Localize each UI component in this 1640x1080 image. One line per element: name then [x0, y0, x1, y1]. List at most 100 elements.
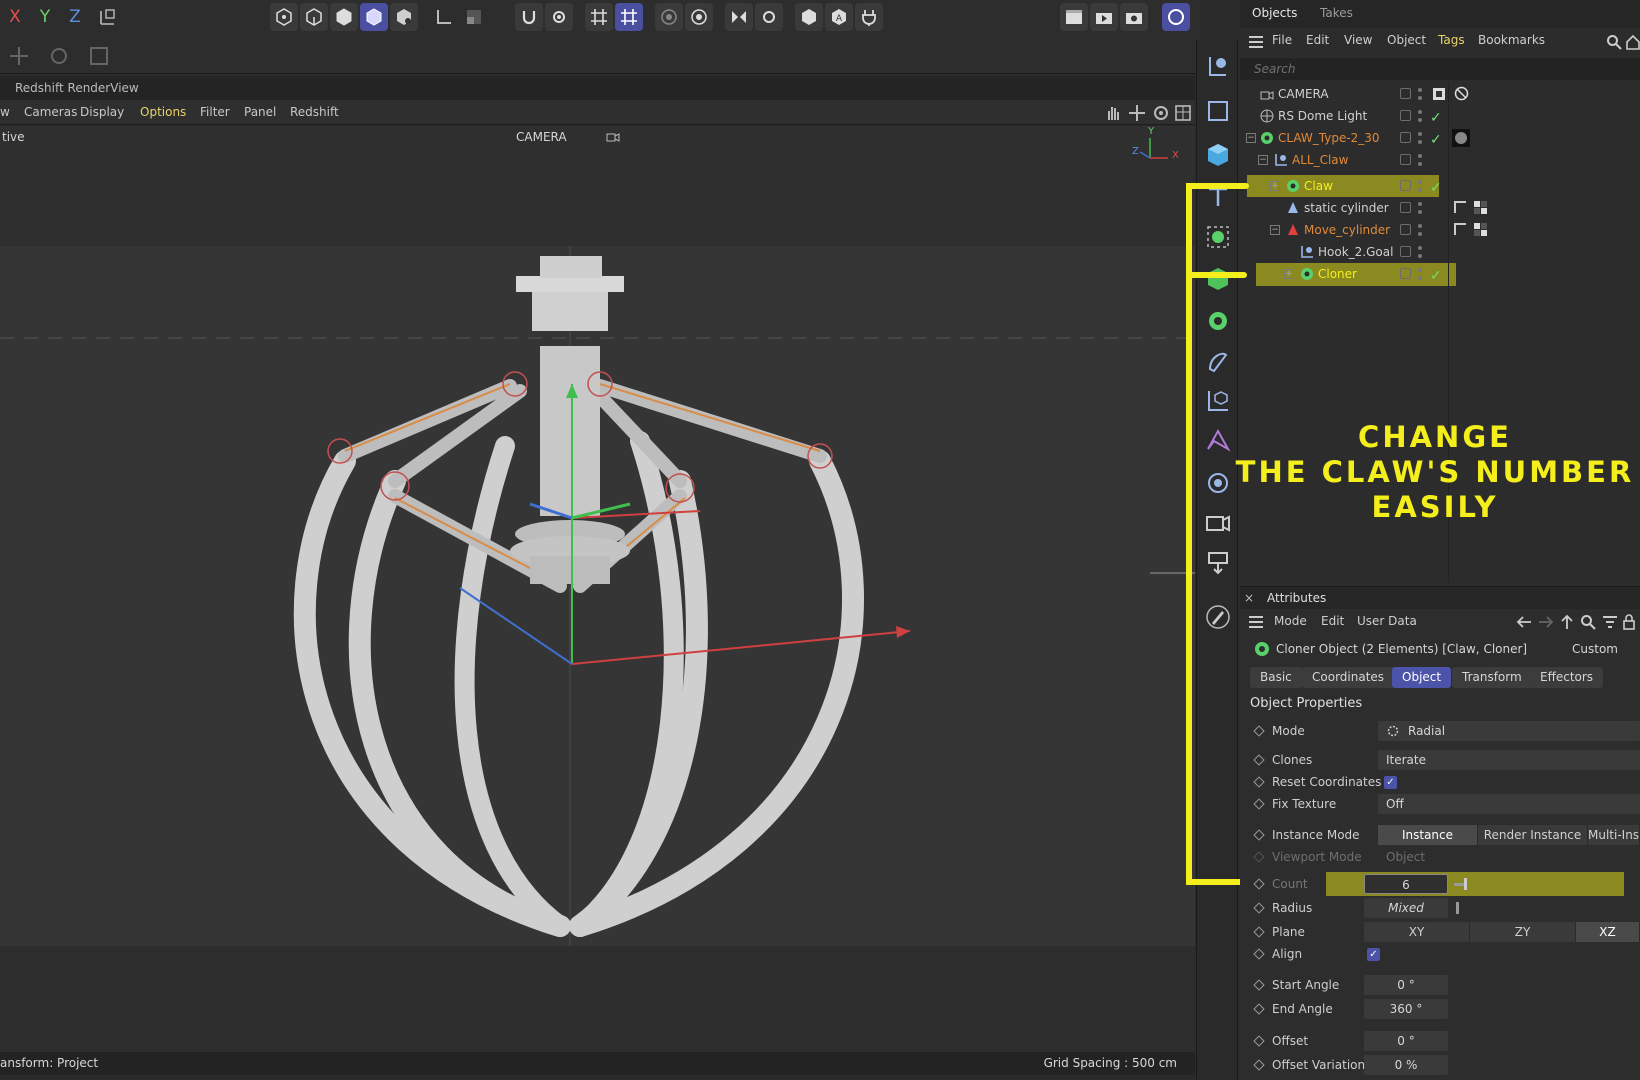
- keyframe-diamond-icon[interactable]: [1253, 926, 1265, 938]
- object-row-static-cylinder[interactable]: static cylinder: [1240, 197, 1640, 219]
- tab-takes[interactable]: Takes: [1320, 6, 1353, 20]
- coordinate-system-button[interactable]: [94, 3, 122, 31]
- clones-dropdown[interactable]: Iterate: [1378, 750, 1640, 770]
- object-row-claw-type[interactable]: − CLAW_Type-2_30 ✓: [1240, 127, 1640, 149]
- enabled-check-icon[interactable]: ✓: [1430, 107, 1442, 129]
- maximize-view-icon[interactable]: [1174, 104, 1192, 122]
- quantize-button[interactable]: [685, 3, 713, 31]
- collapse-toggle[interactable]: −: [1270, 225, 1280, 235]
- scale-tool-button[interactable]: [84, 42, 114, 70]
- soft-selection-button[interactable]: [655, 3, 683, 31]
- orbit-icon[interactable]: [1152, 104, 1170, 122]
- radius-input[interactable]: Mixed: [1364, 898, 1448, 918]
- keyframe-diamond-icon[interactable]: [1253, 798, 1265, 810]
- instance-mode-multi-instance[interactable]: Multi-Ins: [1588, 825, 1640, 845]
- keyframe-diamond-icon[interactable]: [1253, 1059, 1265, 1071]
- texture-tag-icon[interactable]: [1474, 201, 1487, 214]
- subdivision-button[interactable]: [1201, 220, 1235, 254]
- attributes-menu-user-data[interactable]: User Data: [1357, 614, 1417, 628]
- x-axis-lock-button[interactable]: X: [2, 3, 28, 31]
- light-object-button[interactable]: [1201, 546, 1235, 580]
- keyframe-diamond-icon[interactable]: [1253, 902, 1265, 914]
- phong-tag-icon[interactable]: [1454, 201, 1467, 214]
- start-angle-input[interactable]: 0 °: [1364, 975, 1448, 995]
- null-object-button[interactable]: [1201, 50, 1235, 84]
- protection-tag-icon[interactable]: [1432, 87, 1446, 101]
- fields-button[interactable]: [1201, 384, 1235, 418]
- offset-input[interactable]: 0 °: [1364, 1031, 1448, 1051]
- pan-hand-icon[interactable]: [1104, 104, 1122, 122]
- tab-basic[interactable]: Basic: [1250, 667, 1302, 688]
- material-sphere-icon[interactable]: [1452, 129, 1470, 147]
- tab-transform[interactable]: Transform: [1452, 667, 1532, 688]
- visibility-dots-icon[interactable]: [1417, 222, 1423, 238]
- plane-zy[interactable]: ZY: [1470, 922, 1576, 942]
- cube-primitive-button[interactable]: [1201, 138, 1235, 172]
- render-settings-button[interactable]: [1120, 3, 1148, 31]
- visibility-dots-icon[interactable]: [1417, 266, 1423, 282]
- tab-coordinates[interactable]: Coordinates: [1302, 667, 1395, 688]
- home-icon[interactable]: [1626, 34, 1640, 50]
- tab-objects[interactable]: Objects: [1252, 6, 1297, 20]
- render-to-picture-viewer-button[interactable]: [1090, 3, 1118, 31]
- lock-workplane-button[interactable]: [795, 3, 823, 31]
- keyframe-diamond-icon[interactable]: [1253, 725, 1265, 737]
- tab-effectors[interactable]: Effectors: [1530, 667, 1604, 688]
- keyframe-diamond-icon[interactable]: [1253, 979, 1265, 991]
- texture-mode-button[interactable]: [460, 3, 488, 31]
- naming-tool-button[interactable]: A: [825, 3, 853, 31]
- preset-dropdown[interactable]: Custom: [1572, 637, 1618, 661]
- render-region-button[interactable]: [1060, 3, 1088, 31]
- viewport-menu-redshift[interactable]: Redshift: [290, 105, 339, 119]
- axis-mode-button[interactable]: [430, 3, 458, 31]
- collapse-toggle[interactable]: −: [1258, 155, 1268, 165]
- enabled-check-icon[interactable]: ✓: [1430, 177, 1442, 199]
- visibility-dots-icon[interactable]: [1417, 178, 1423, 194]
- visibility-dots-icon[interactable]: [1417, 244, 1423, 260]
- objects-menu-tags[interactable]: Tags: [1438, 33, 1465, 47]
- objects-menu-view[interactable]: View: [1344, 33, 1372, 47]
- up-arrow-icon[interactable]: [1560, 614, 1574, 630]
- deformer-button[interactable]: [1201, 344, 1235, 378]
- search-icon[interactable]: [1580, 614, 1596, 630]
- points-mode-button[interactable]: [270, 3, 298, 31]
- environment-button[interactable]: [1201, 466, 1235, 500]
- expand-toggle[interactable]: +: [1284, 269, 1294, 279]
- mode-dropdown[interactable]: Radial: [1378, 721, 1640, 741]
- fix-texture-dropdown[interactable]: Off: [1378, 794, 1640, 814]
- forward-arrow-icon[interactable]: [1538, 615, 1554, 629]
- grid-snap-button[interactable]: [585, 3, 613, 31]
- radius-slider-handle[interactable]: [1456, 902, 1459, 914]
- object-row-rs-dome-light[interactable]: RS Dome Light ✓: [1240, 105, 1640, 127]
- keyframe-diamond-icon[interactable]: [1253, 948, 1265, 960]
- rotate-tool-button[interactable]: [44, 42, 74, 70]
- keyframe-diamond-icon[interactable]: [1253, 1003, 1265, 1015]
- polygons-mode-button[interactable]: [330, 3, 358, 31]
- visibility-dots-icon[interactable]: [1417, 130, 1423, 146]
- object-row-move-cylinder[interactable]: − Move_cylinder: [1240, 219, 1640, 241]
- y-axis-lock-button[interactable]: Y: [32, 3, 58, 31]
- texture-tag-icon[interactable]: [1474, 223, 1487, 236]
- hamburger-menu-icon[interactable]: [1248, 35, 1264, 49]
- plane-xz[interactable]: XZ: [1576, 922, 1640, 942]
- symmetry-button[interactable]: [725, 3, 753, 31]
- uvw-mode-button[interactable]: [390, 3, 418, 31]
- phong-tag-icon[interactable]: [1454, 223, 1467, 236]
- edges-mode-button[interactable]: [300, 3, 328, 31]
- model-mode-button[interactable]: [360, 3, 388, 31]
- visibility-dots-icon[interactable]: [1417, 108, 1423, 124]
- expand-toggle[interactable]: +: [1270, 181, 1280, 191]
- move-tool-button[interactable]: [4, 42, 34, 70]
- object-row-hook-goal[interactable]: Hook_2.Goal: [1240, 241, 1640, 263]
- attributes-menu-edit[interactable]: Edit: [1321, 614, 1344, 628]
- enabled-check-icon[interactable]: ✓: [1430, 129, 1442, 151]
- collapse-toggle[interactable]: −: [1246, 133, 1256, 143]
- filter-icon[interactable]: [1602, 615, 1618, 629]
- extrude-button[interactable]: [1201, 262, 1235, 296]
- keyframe-diamond-icon[interactable]: [1253, 754, 1265, 766]
- snap-settings-button[interactable]: [545, 3, 573, 31]
- lock-icon[interactable]: [1622, 614, 1636, 630]
- objects-menu-file[interactable]: File: [1272, 33, 1292, 47]
- visibility-dots-icon[interactable]: [1417, 152, 1423, 168]
- object-row-camera[interactable]: CAMERA: [1240, 83, 1640, 105]
